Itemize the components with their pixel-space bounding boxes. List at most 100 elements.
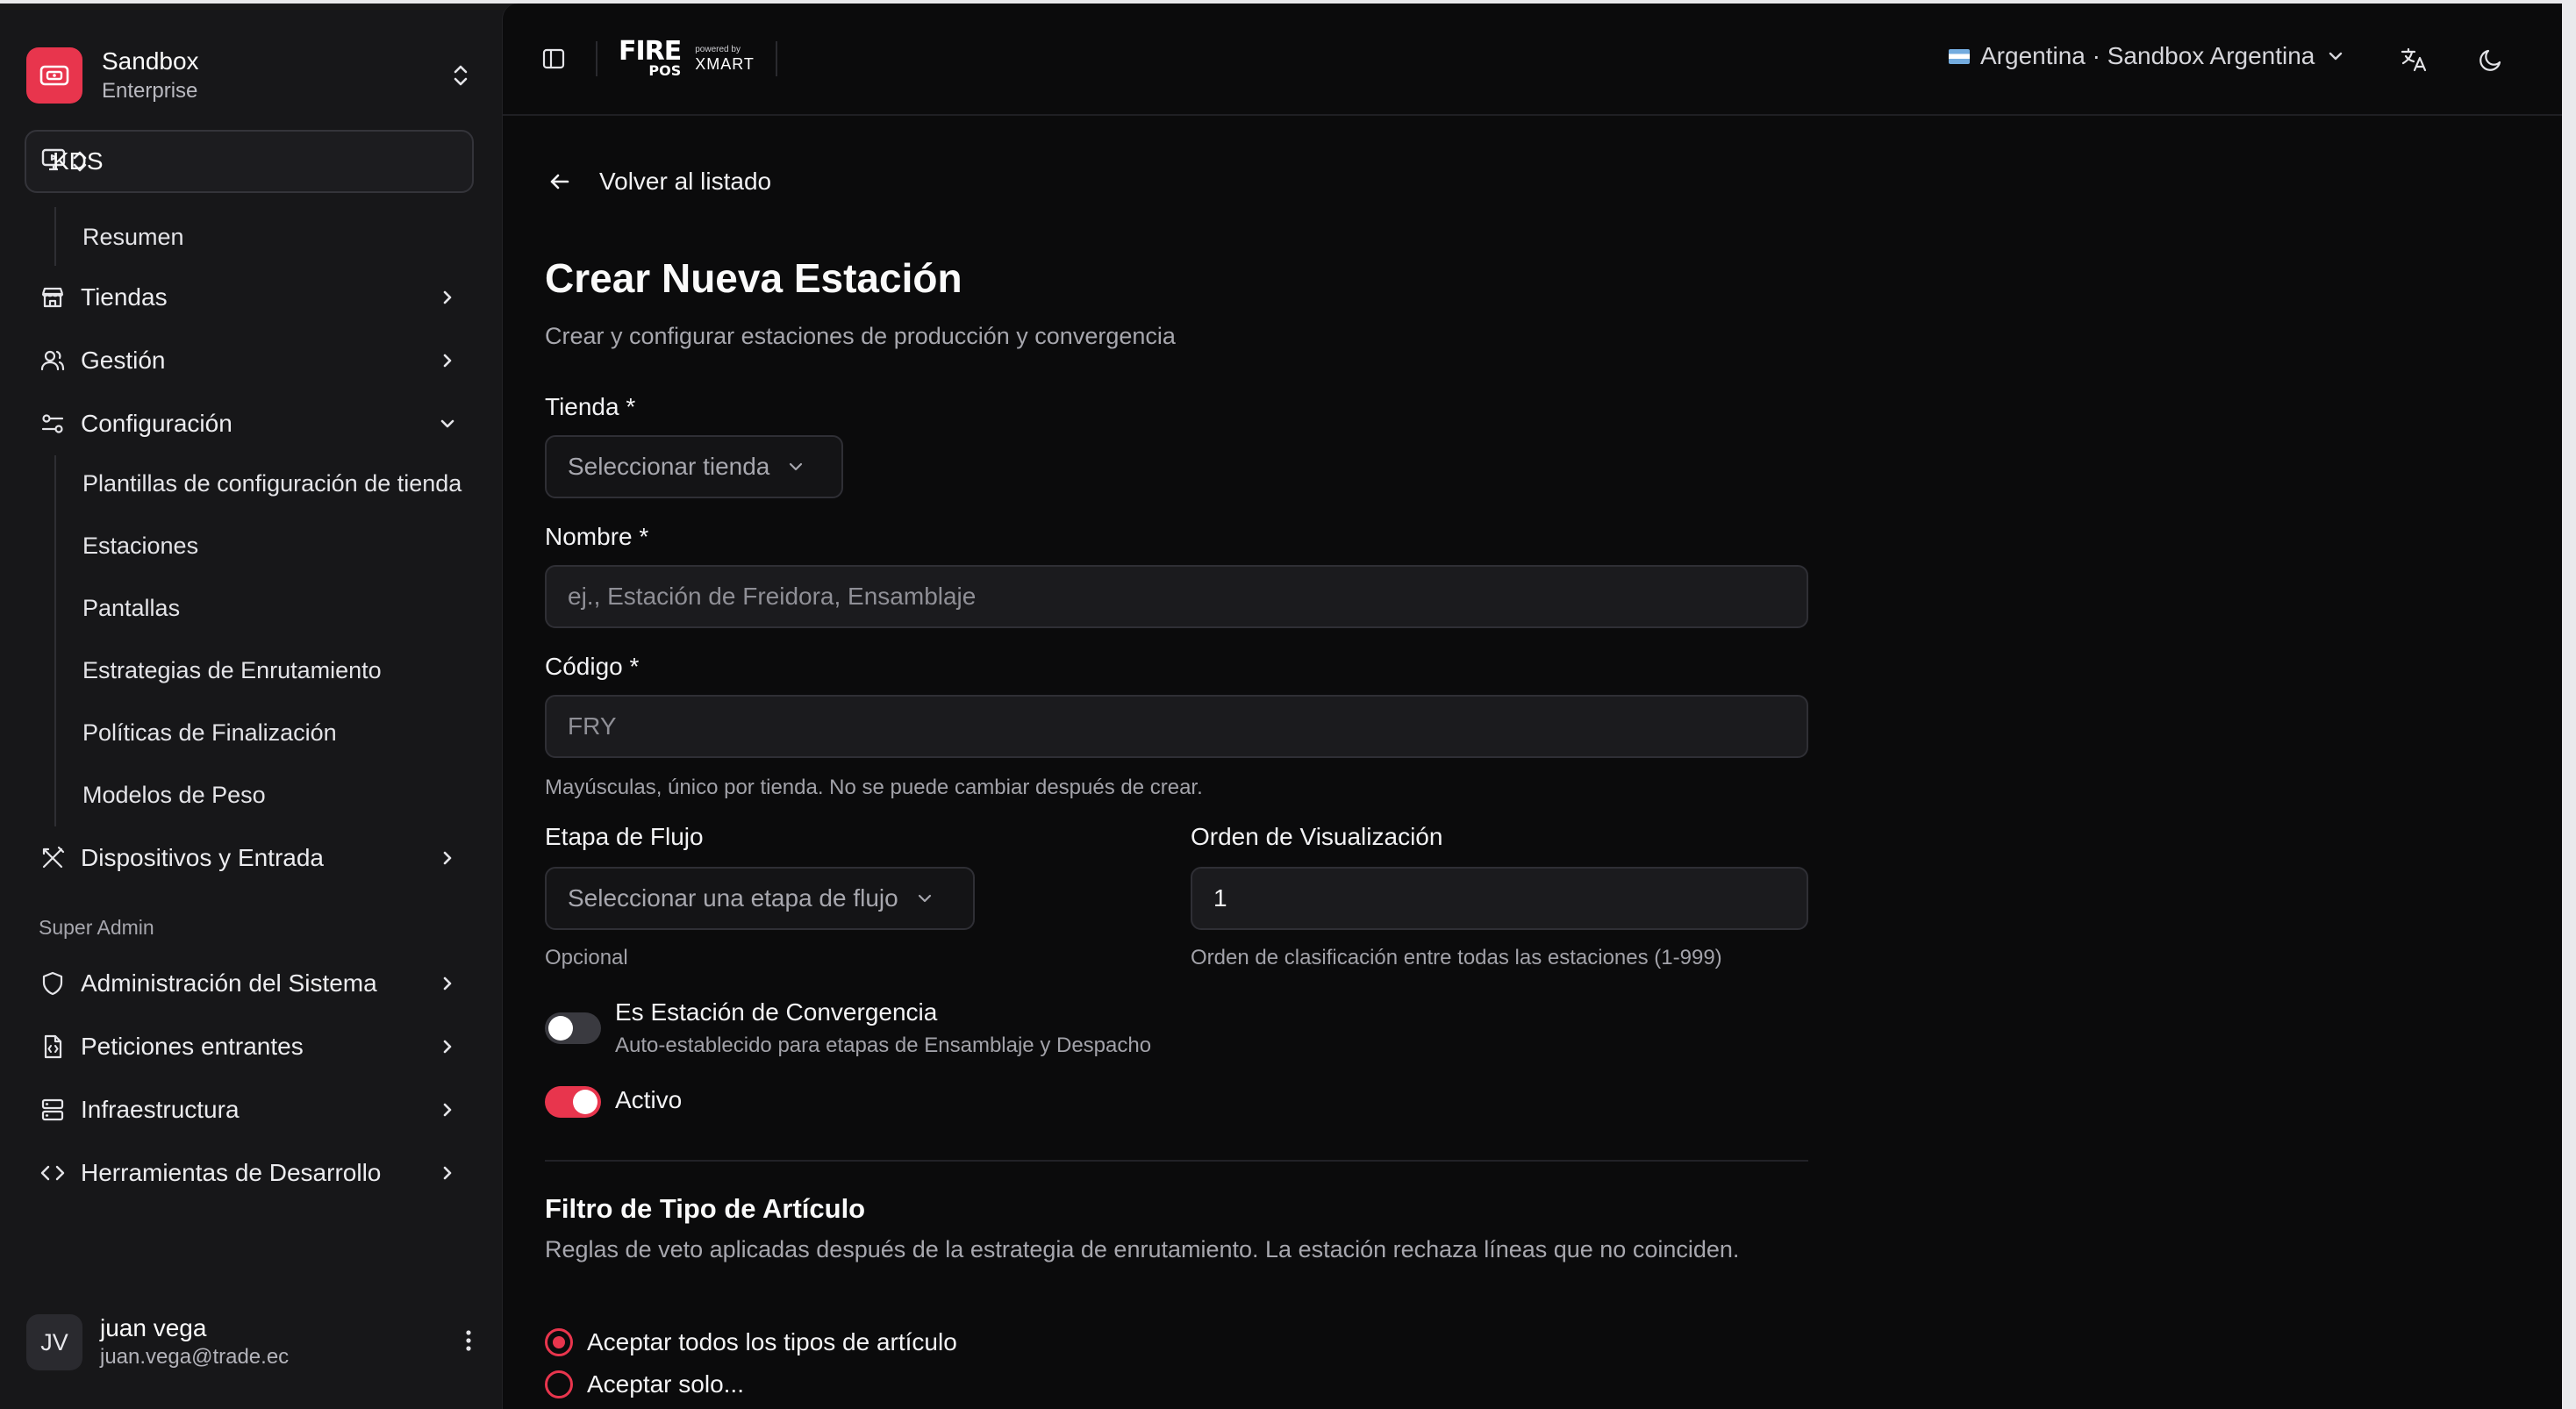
settings-sliders-icon (39, 410, 67, 438)
store-label: Tienda * (545, 393, 636, 420)
sidebar-item-label: Administración del Sistema (81, 969, 377, 997)
sidebar-nav: Resumen Tiendas Gestión Configuración Pl… (25, 207, 474, 1205)
convergence-toggle[interactable] (545, 1012, 601, 1044)
app-switcher[interactable]: KDS (25, 130, 474, 193)
sidebar-item-gestion[interactable]: Gestión (25, 329, 474, 392)
argentina-flag-icon (1949, 48, 1970, 64)
sidebar-item-label: Gestión (81, 347, 166, 374)
more-vertical-icon[interactable] (463, 1327, 474, 1358)
sidebar-item-tiendas[interactable]: Tiendas (25, 266, 474, 329)
sidebar-item-configuracion[interactable]: Configuración (25, 392, 474, 455)
main-panel: FIRE POS powered by XMART Argentina · Sa… (502, 4, 2562, 1409)
file-code-icon (39, 1033, 67, 1061)
chevron-right-icon (435, 1161, 460, 1185)
sidebar-item-resumen[interactable]: Resumen (82, 209, 474, 266)
back-link-label: Volver al listado (599, 168, 772, 195)
name-input[interactable]: ej., Estación de Freidora, Ensamblaje (545, 565, 1808, 628)
brand-fire: FIRE (619, 36, 682, 67)
translate-icon[interactable] (2393, 39, 2435, 81)
order-help: Orden de clasificación entre todas las e… (1191, 946, 1722, 969)
sidebar-item-dispositivos[interactable]: Dispositivos y Entrada (25, 826, 474, 890)
app-switcher-label: KDS (53, 147, 104, 175)
chevrons-up-down-icon (447, 58, 474, 93)
brand-logo: FIRE POS powered by XMART (619, 39, 755, 78)
sidebar-item-label: Peticiones entrantes (81, 1033, 304, 1060)
sidebar-item-label: Configuración (81, 410, 233, 437)
order-input[interactable]: 1 (1191, 867, 1808, 930)
sidebar-item-herramientas[interactable]: Herramientas de Desarrollo (25, 1141, 474, 1205)
filter-desc: Reglas de veto aplicadas después de la e… (545, 1236, 1740, 1262)
chevron-right-icon (435, 971, 460, 996)
code-label: Código * (545, 653, 640, 680)
org-logo-icon (26, 47, 82, 104)
active-toggle[interactable] (545, 1086, 601, 1118)
sidebar-item-label: Tiendas (81, 283, 168, 311)
store-select[interactable]: Seleccionar tienda (545, 435, 843, 498)
sidebar-item-pantallas[interactable]: Pantallas (82, 577, 474, 640)
sidebar-item-label: Infraestructura (81, 1096, 240, 1123)
sidebar-item-estrategias[interactable]: Estrategias de Enrutamiento (82, 640, 474, 702)
user-menu[interactable]: JV juan vega juan.vega@trade.ec (26, 1305, 474, 1379)
org-plan: Enterprise (102, 79, 198, 103)
user-name: juan vega (100, 1314, 207, 1341)
sidebar-item-politicas[interactable]: Políticas de Finalización (82, 702, 474, 764)
chevron-down-icon (435, 411, 460, 436)
sidebar: Sandbox Enterprise KDS Resumen Tiendas G… (0, 4, 502, 1409)
org-name: Sandbox (102, 47, 199, 75)
code-icon (39, 1159, 67, 1187)
super-admin-heading: Super Admin (39, 916, 154, 939)
utensils-icon (39, 844, 67, 872)
country-label: Argentina · Sandbox Argentina (1980, 42, 2315, 69)
back-link[interactable]: Volver al listado (545, 167, 771, 197)
moon-icon[interactable] (2470, 39, 2512, 81)
stage-select-value: Seleccionar una etapa de flujo (568, 884, 898, 912)
stage-select[interactable]: Seleccionar una etapa de flujo (545, 867, 975, 930)
config-submenu: Plantillas de configuración de tienda Es… (25, 455, 474, 826)
active-label: Activo (615, 1086, 683, 1113)
sidebar-toggle-icon[interactable] (533, 38, 575, 80)
chevron-right-icon (435, 285, 460, 310)
sidebar-item-plantillas[interactable]: Plantillas de configuración de tienda (82, 455, 474, 515)
top-header: FIRE POS powered by XMART Argentina · Sa… (503, 4, 2562, 116)
sidebar-item-infraestructura[interactable]: Infraestructura (25, 1078, 474, 1141)
toggle-knob (548, 1016, 573, 1041)
code-help: Mayúsculas, único por tienda. No se pued… (545, 776, 1203, 799)
section-divider (545, 1160, 1808, 1162)
page-subtitle: Crear y configurar estaciones de producc… (545, 323, 1176, 349)
radio-accept-all-label: Aceptar todos los tipos de artículo (587, 1328, 957, 1355)
avatar: JV (26, 1314, 82, 1370)
sidebar-item-modelos[interactable]: Modelos de Peso (82, 764, 474, 826)
chevron-down-icon (785, 456, 806, 477)
name-label: Nombre * (545, 523, 649, 550)
name-input-placeholder: ej., Estación de Freidora, Ensamblaje (568, 583, 977, 610)
user-email: juan.vega@trade.ec (100, 1345, 290, 1369)
arrow-left-icon (545, 167, 575, 197)
header-divider (596, 41, 597, 76)
sidebar-item-label: Dispositivos y Entrada (81, 844, 325, 871)
convergence-label: Es Estación de Convergencia (615, 998, 938, 1026)
chevron-right-icon (435, 1034, 460, 1059)
code-input-placeholder: FRY (568, 712, 617, 740)
radio-accept-only[interactable]: Aceptar solo... (545, 1370, 744, 1398)
server-icon (39, 1096, 67, 1124)
org-switcher[interactable]: Sandbox Enterprise (26, 32, 474, 119)
radio-accept-only-label: Aceptar solo... (587, 1370, 744, 1398)
code-input[interactable]: FRY (545, 695, 1808, 758)
chevron-right-icon (435, 348, 460, 373)
country-selector[interactable]: Argentina · Sandbox Argentina (1949, 42, 2344, 70)
brand-powered-by: powered by (695, 45, 741, 54)
page-title: Crear Nueva Estación (545, 255, 962, 301)
chevron-down-icon (2327, 47, 2344, 65)
toggle-knob (573, 1090, 597, 1114)
sidebar-item-estaciones[interactable]: Estaciones (82, 515, 474, 577)
radio-unchecked-icon (545, 1370, 573, 1398)
store-icon (39, 283, 67, 311)
window-right-edge (2562, 4, 2576, 1409)
radio-accept-all[interactable]: Aceptar todos los tipos de artículo (545, 1328, 957, 1356)
stage-label: Etapa de Flujo (545, 823, 704, 850)
filter-title: Filtro de Tipo de Artículo (545, 1193, 866, 1224)
sidebar-item-administracion[interactable]: Administración del Sistema (25, 952, 474, 1015)
stage-help: Opcional (545, 946, 628, 969)
sidebar-item-peticiones[interactable]: Peticiones entrantes (25, 1015, 474, 1078)
sidebar-item-label: Herramientas de Desarrollo (81, 1159, 382, 1186)
